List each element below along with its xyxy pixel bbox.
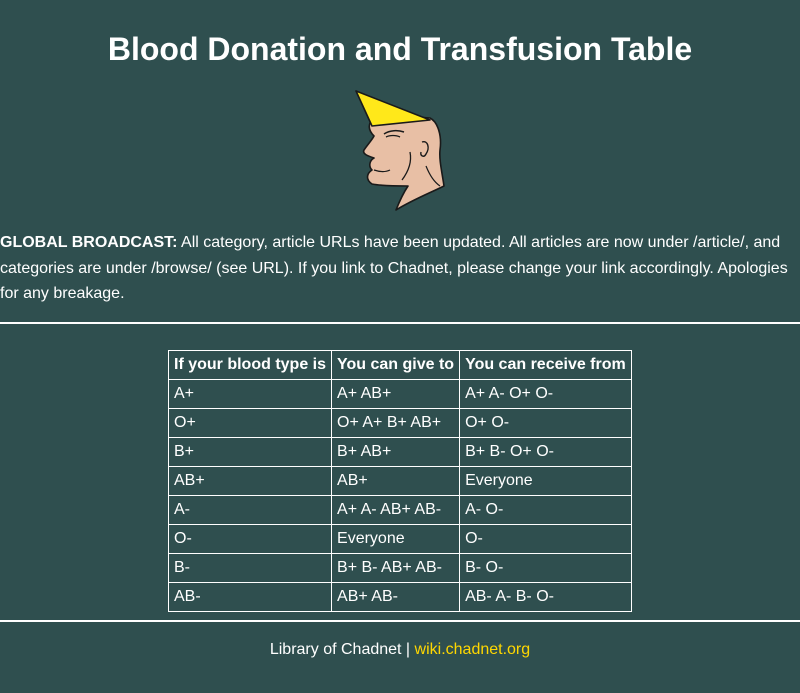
table-cell: A+ A- O+ O-	[459, 379, 633, 409]
chad-face-icon	[352, 88, 448, 212]
table-cell: A- O-	[459, 495, 633, 525]
table-row: O+ O+ A+ B+ AB+ O+ O-	[167, 408, 633, 438]
footer-text: Library of Chadnet |	[269, 641, 415, 658]
table-row: B+ B+ AB+ B+ B- O+ O-	[167, 437, 633, 467]
table-cell: B+ AB+	[331, 437, 461, 467]
table-row: B- B+ B- AB+ AB- B- O-	[167, 553, 633, 583]
table-cell: Everyone	[331, 524, 461, 554]
footer: Library of Chadnet | wiki.chadnet.org	[0, 640, 800, 660]
divider-bottom	[0, 620, 800, 622]
table-cell: O-	[459, 524, 633, 554]
table-cell: AB- A- B- O-	[459, 582, 633, 612]
table-cell: AB+ AB-	[331, 582, 461, 612]
table-cell: A+ A- AB+ AB-	[331, 495, 461, 525]
table-cell: O+ O-	[459, 408, 633, 438]
table-row: A- A+ A- AB+ AB- A- O-	[167, 495, 633, 525]
table-cell: B+ B- O+ O-	[459, 437, 633, 467]
divider-top	[0, 322, 800, 324]
table-row: A+ A+ AB+ A+ A- O+ O-	[167, 379, 633, 409]
table-cell: A+	[167, 379, 333, 409]
table-row: AB+ AB+ Everyone	[167, 466, 633, 496]
table-row: AB- AB+ AB- AB- A- B- O-	[167, 582, 633, 612]
table-cell: Everyone	[459, 466, 633, 496]
column-header: You can receive from	[459, 350, 633, 380]
page-title: Blood Donation and Transfusion Table	[107, 31, 693, 67]
global-broadcast-notice: GLOBAL BROADCAST: All category, article …	[0, 230, 800, 307]
table-cell: O+	[167, 408, 333, 438]
table-cell: B+	[167, 437, 333, 467]
blood-type-table: If your blood type is You can give to Yo…	[167, 350, 633, 612]
broadcast-label: GLOBAL BROADCAST:	[0, 234, 178, 251]
column-header: You can give to	[331, 350, 461, 380]
table-cell: AB+	[167, 466, 333, 496]
table-cell: A+ AB+	[331, 379, 461, 409]
table-cell: B-	[167, 553, 333, 583]
table-cell: AB-	[167, 582, 333, 612]
table-cell: B- O-	[459, 553, 633, 583]
table-cell: A-	[167, 495, 333, 525]
table-cell: O+ A+ B+ AB+	[331, 408, 461, 438]
table-row: O- Everyone O-	[167, 524, 633, 554]
table-header-row: If your blood type is You can give to Yo…	[167, 350, 633, 380]
table-cell: B+ B- AB+ AB-	[331, 553, 461, 583]
column-header: If your blood type is	[167, 350, 333, 380]
table-cell: O-	[167, 524, 333, 554]
table-cell: AB+	[331, 466, 461, 496]
footer-link[interactable]: wiki.chadnet.org	[415, 641, 531, 658]
